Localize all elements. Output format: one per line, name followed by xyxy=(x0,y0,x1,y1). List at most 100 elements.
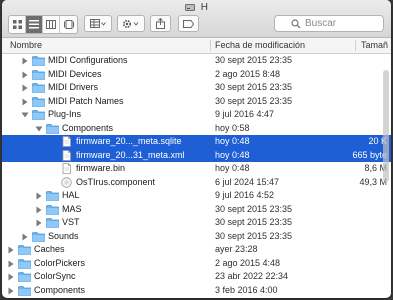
column-header-name[interactable]: Nombre xyxy=(10,40,42,50)
list-row[interactable]: Sounds 30 sept 2015 23:35 xyxy=(2,230,391,244)
folder-icon xyxy=(32,231,45,242)
column-header: Nombre Fecha de modificación Tamañ xyxy=(2,38,391,54)
modified-date: 2 ago 2015 8:48 xyxy=(215,68,281,79)
folder-icon xyxy=(32,83,45,93)
list-row[interactable]: OsTIrus.component 6 jul 2024 15:47 49,3 M xyxy=(2,176,391,190)
modified-date: 30 sept 2015 23:35 xyxy=(215,82,293,92)
modified-date: 2 ago 2015 4:48 xyxy=(215,257,281,268)
vertical-scrollbar[interactable] xyxy=(383,70,389,182)
gallery-view-icon xyxy=(63,20,74,29)
folder-icon xyxy=(18,245,31,255)
file-name: MAS xyxy=(62,203,82,214)
disclosure-collapsed-icon[interactable] xyxy=(7,260,15,268)
finder-window: H Buscar Nombre Fecha de modificación Ta… xyxy=(2,0,391,298)
component-icon xyxy=(61,176,72,188)
disclosure-expanded-icon[interactable] xyxy=(21,111,29,119)
modified-date: 6 jul 2024 15:47 xyxy=(215,176,280,187)
column-divider[interactable] xyxy=(355,40,356,51)
file-list: MIDI Configurations 30 sept 2015 23:35 MID… xyxy=(2,54,391,298)
modified-date: hoy 0:48 xyxy=(215,149,250,160)
list-row[interactable]: Plug-Ins 9 jul 2016 4:47 xyxy=(2,108,391,122)
column-divider[interactable] xyxy=(210,40,211,51)
list-row[interactable]: MIDI Patch Names 30 sept 2015 23:35 xyxy=(2,95,391,109)
file-name: OsTIrus.component xyxy=(76,176,156,187)
modified-date: hoy 0:48 xyxy=(215,136,250,146)
document-icon xyxy=(62,149,71,161)
list-row[interactable]: firmware_20..._meta.sqlite hoy 0:48 20 K xyxy=(2,135,391,149)
action-menu-button[interactable] xyxy=(117,15,145,32)
disclosure-collapsed-icon[interactable] xyxy=(35,219,43,227)
modified-date: 30 sept 2015 23:35 xyxy=(215,230,293,241)
window-title-area: H xyxy=(2,2,391,14)
modified-date: ayer 23:28 xyxy=(215,244,258,254)
list-row[interactable]: Components 3 feb 2016 4:00 xyxy=(2,284,391,298)
folder-icon xyxy=(18,285,31,296)
disclosure-collapsed-icon[interactable] xyxy=(21,57,29,65)
window-title: H xyxy=(200,2,208,13)
folder-icon xyxy=(32,69,45,80)
icon-view-icon xyxy=(12,20,22,29)
column-header-date[interactable]: Fecha de modificación xyxy=(215,40,305,50)
tags-button[interactable] xyxy=(178,15,199,32)
column-view-icon xyxy=(46,20,56,29)
list-row[interactable]: Caches ayer 23:28 xyxy=(2,243,391,257)
search-input[interactable] xyxy=(305,17,380,30)
list-view-button[interactable] xyxy=(26,16,43,33)
gallery-view-button[interactable] xyxy=(60,16,77,33)
folder-icon xyxy=(46,218,59,228)
file-name: ColorPickers xyxy=(34,257,86,268)
share-button[interactable] xyxy=(150,15,171,32)
list-row[interactable]: MAS 30 sept 2015 23:35 xyxy=(2,203,391,217)
list-row[interactable]: VST 30 sept 2015 23:35 xyxy=(2,216,391,230)
folder-icon xyxy=(32,110,45,120)
disclosure-expanded-icon[interactable] xyxy=(35,125,43,133)
modified-date: 9 jul 2016 4:47 xyxy=(215,109,275,119)
file-name: Sounds xyxy=(48,230,79,241)
modified-date: 30 sept 2015 23:35 xyxy=(215,217,293,227)
disclosure-collapsed-icon[interactable] xyxy=(21,98,29,106)
modified-date: hoy 0:48 xyxy=(215,163,250,173)
group-by-button[interactable] xyxy=(84,15,112,32)
disclosure-collapsed-icon[interactable] xyxy=(35,192,43,200)
file-name: HAL xyxy=(62,190,80,200)
list-row[interactable]: Components hoy 0:58 xyxy=(2,122,391,136)
list-row[interactable]: MIDI Configurations 30 sept 2015 23:35 xyxy=(2,54,391,68)
list-row[interactable]: firmware_20...31_meta.xml hoy 0:48 665 byt… xyxy=(2,148,391,162)
folder-icon xyxy=(18,258,31,269)
modified-date: 23 abr 2022 22:34 xyxy=(215,271,289,281)
view-mode-control xyxy=(8,15,78,34)
file-name: firmware.bin xyxy=(76,163,126,173)
list-row[interactable]: MIDI Devices 2 ago 2015 8:48 xyxy=(2,68,391,82)
list-row[interactable]: HAL 9 jul 2016 4:52 xyxy=(2,189,391,203)
disclosure-collapsed-icon[interactable] xyxy=(7,246,15,254)
column-view-button[interactable] xyxy=(43,16,60,33)
folder-icon xyxy=(46,123,59,134)
document-icon xyxy=(62,163,71,174)
search-icon xyxy=(291,19,301,29)
disclosure-collapsed-icon[interactable] xyxy=(7,273,15,281)
folder-icon xyxy=(32,56,45,66)
file-name: firmware_20...31_meta.xml xyxy=(76,149,185,160)
file-name: Components xyxy=(62,122,114,133)
folder-icon xyxy=(46,191,59,201)
folder-icon xyxy=(46,204,59,215)
icon-view-button[interactable] xyxy=(9,16,26,33)
disclosure-collapsed-icon[interactable] xyxy=(35,206,43,214)
modified-date: 30 sept 2015 23:35 xyxy=(215,203,293,214)
gear-icon xyxy=(122,19,139,28)
list-row[interactable]: ColorPickers 2 ago 2015 4:48 xyxy=(2,257,391,271)
file-name: Caches xyxy=(34,244,65,254)
list-view-icon xyxy=(29,20,39,29)
disclosure-collapsed-icon[interactable] xyxy=(7,287,15,295)
disclosure-collapsed-icon[interactable] xyxy=(21,71,29,79)
modified-date: 30 sept 2015 23:35 xyxy=(215,95,293,106)
disclosure-collapsed-icon[interactable] xyxy=(21,84,29,92)
file-name: ColorSync xyxy=(34,271,76,281)
list-row[interactable]: firmware.bin hoy 0:48 8,6 M xyxy=(2,162,391,176)
disclosure-collapsed-icon[interactable] xyxy=(21,233,29,241)
toolbar: H xyxy=(2,0,391,38)
column-header-size[interactable]: Tamañ xyxy=(361,40,388,50)
file-name: VST xyxy=(62,217,80,227)
list-row[interactable]: ColorSync 23 abr 2022 22:34 xyxy=(2,270,391,284)
list-row[interactable]: MIDI Drivers 30 sept 2015 23:35 xyxy=(2,81,391,95)
